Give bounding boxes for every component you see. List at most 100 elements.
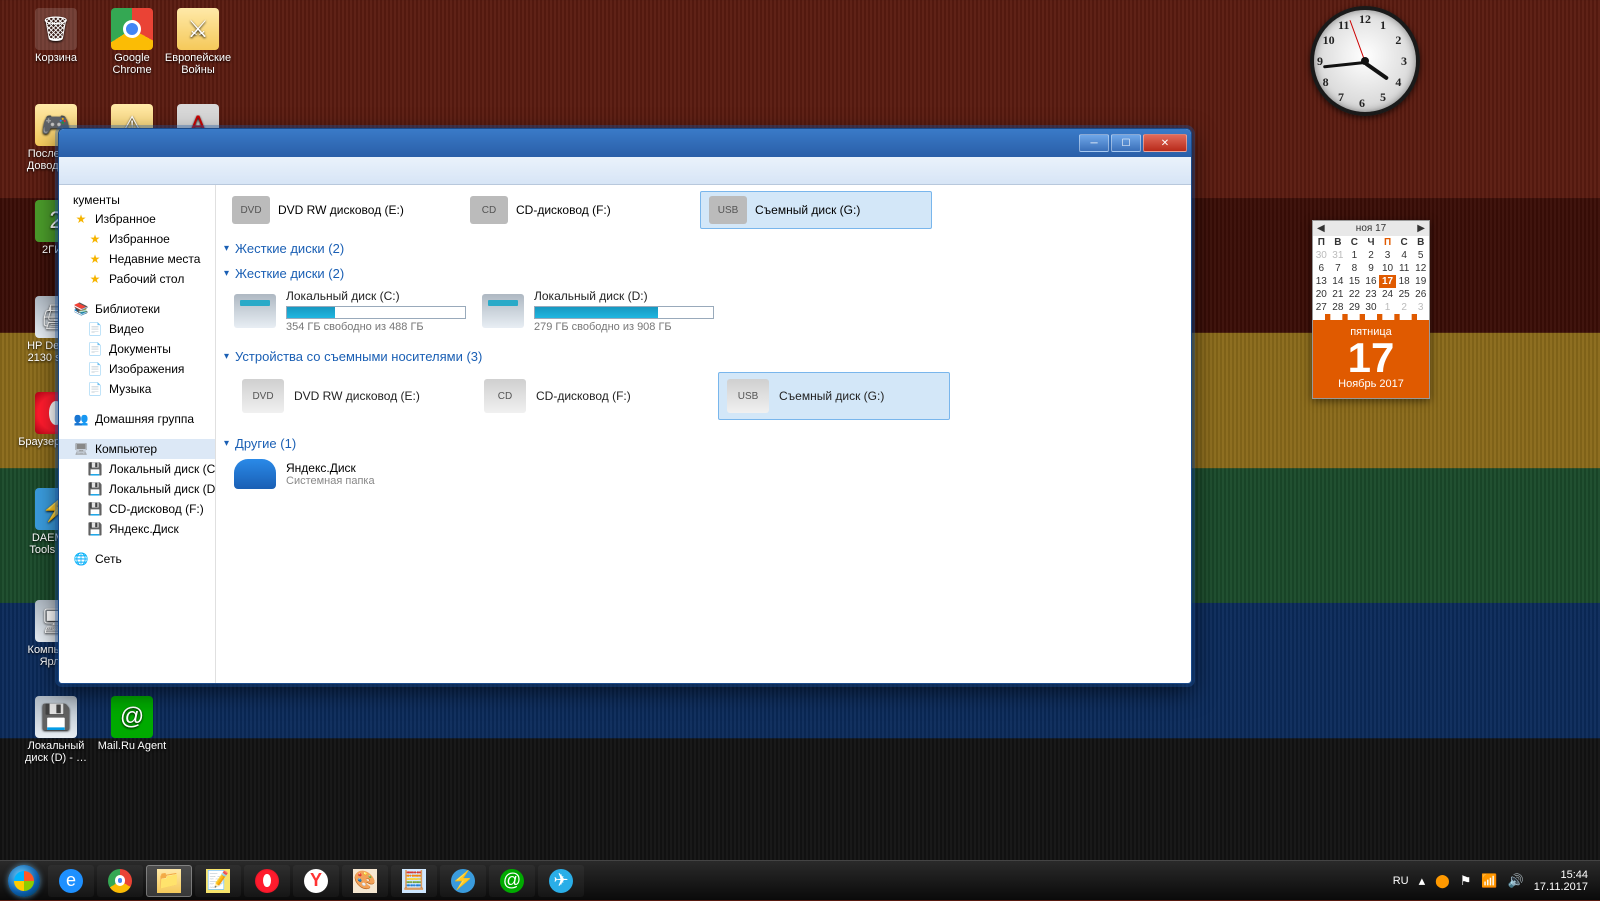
cal-day[interactable]: 27	[1313, 301, 1330, 314]
taskbar-item[interactable]: ⚡	[440, 865, 486, 897]
cal-day[interactable]: 1	[1346, 249, 1363, 262]
tray-flag-icon[interactable]: ⚑	[1460, 873, 1472, 889]
cal-day[interactable]: 24	[1379, 288, 1396, 301]
nav-item-icon: 📄	[87, 381, 103, 397]
taskbar-item[interactable]	[97, 865, 143, 897]
close-button[interactable]: ✕	[1143, 134, 1187, 152]
taskbar-item[interactable]: e	[48, 865, 94, 897]
nav-documents-stub[interactable]: кументы	[59, 191, 215, 209]
group-hdd-dup[interactable]: Жесткие диски (2)	[224, 235, 1183, 260]
cal-day[interactable]: 10	[1379, 262, 1396, 275]
clock-number: 9	[1317, 54, 1323, 69]
cal-day[interactable]: 17	[1379, 275, 1396, 288]
desktop-icon[interactable]: Google Chrome	[94, 8, 170, 76]
cal-day[interactable]: 23	[1363, 288, 1380, 301]
cal-day[interactable]: 31	[1330, 249, 1347, 262]
drive-item[interactable]: Локальный диск (D:) 279 ГБ свободно из 9…	[482, 289, 714, 333]
cal-day[interactable]: 6	[1313, 262, 1330, 275]
taskbar-item[interactable]: 📝	[195, 865, 241, 897]
cal-day[interactable]: 30	[1363, 301, 1380, 314]
tray-lang[interactable]: RU	[1393, 875, 1409, 887]
cal-next[interactable]: ▶	[1417, 223, 1425, 234]
device-item[interactable]: DVDDVD RW дисковод (E:)	[234, 372, 466, 420]
nav-homegroup[interactable]: 👥Домашняя группа	[59, 409, 215, 429]
cal-day[interactable]: 28	[1330, 301, 1347, 314]
group-removable[interactable]: Устройства со съемными носителями (3)	[224, 343, 1183, 368]
taskbar-item[interactable]: 🎨	[342, 865, 388, 897]
nav-item[interactable]: 💾Локальный диск (C:)	[59, 459, 215, 479]
nav-item[interactable]: 💾CD-дисковод (F:)	[59, 499, 215, 519]
top-device-item[interactable]: USBСъемный диск (G:)	[700, 191, 932, 229]
cal-day[interactable]: 9	[1363, 262, 1380, 275]
cal-day[interactable]: 2	[1396, 301, 1413, 314]
nav-item[interactable]: 📄Музыка	[59, 379, 215, 399]
cal-day[interactable]: 4	[1396, 249, 1413, 262]
device-item[interactable]: USBСъемный диск (G:)	[718, 372, 950, 420]
cal-day[interactable]: 15	[1346, 275, 1363, 288]
device-item[interactable]: CDCD-дисковод (F:)	[476, 372, 708, 420]
nav-item[interactable]: 💾Яндекс.Диск	[59, 519, 215, 539]
taskbar-item[interactable]: 🧮	[391, 865, 437, 897]
cal-day[interactable]: 3	[1412, 301, 1429, 314]
cal-day[interactable]: 25	[1396, 288, 1413, 301]
top-device-item[interactable]: DVDDVD RW дисковод (E:)	[224, 192, 456, 228]
titlebar[interactable]: ─ ☐ ✕	[59, 129, 1191, 157]
cal-dow: П	[1313, 236, 1330, 249]
drive-item[interactable]: Локальный диск (C:) 354 ГБ свободно из 4…	[234, 289, 466, 333]
group-hdd[interactable]: Жесткие диски (2)	[224, 260, 1183, 285]
taskbar-item[interactable]	[244, 865, 290, 897]
tray-show-hidden-icon[interactable]: ▴	[1419, 873, 1426, 889]
taskbar-app-icon: ⚡	[451, 869, 475, 893]
nav-item[interactable]: ★Избранное	[59, 229, 215, 249]
nav-item[interactable]: ★Недавние места	[59, 249, 215, 269]
desktop-icon[interactable]: 🗑Корзина	[18, 8, 94, 64]
cal-day[interactable]: 8	[1346, 262, 1363, 275]
top-device-item[interactable]: CDCD-дисковод (F:)	[462, 192, 694, 228]
cal-day[interactable]: 11	[1396, 262, 1413, 275]
cal-day[interactable]: 30	[1313, 249, 1330, 262]
start-button[interactable]	[4, 861, 44, 901]
nav-network[interactable]: 🌐Сеть	[59, 549, 215, 569]
cal-day[interactable]: 16	[1363, 275, 1380, 288]
taskbar-item[interactable]: Y	[293, 865, 339, 897]
desktop-icon[interactable]: @Mail.Ru Agent	[94, 696, 170, 752]
group-other[interactable]: Другие (1)	[224, 430, 1183, 455]
nav-item[interactable]: 📄Изображения	[59, 359, 215, 379]
cal-prev[interactable]: ◀	[1317, 223, 1325, 234]
tray-clock[interactable]: 15:44 17.11.2017	[1534, 869, 1588, 893]
nav-item[interactable]: 📄Видео	[59, 319, 215, 339]
tray-network-icon[interactable]: 📶	[1481, 873, 1497, 889]
cal-day[interactable]: 21	[1330, 288, 1347, 301]
cal-day[interactable]: 1	[1379, 301, 1396, 314]
desktop-icon[interactable]: ⚔Европейские Войны	[160, 8, 236, 76]
nav-libraries-header[interactable]: 📚Библиотеки	[59, 299, 215, 319]
maximize-button[interactable]: ☐	[1111, 134, 1141, 152]
taskbar-item[interactable]: 📁	[146, 865, 192, 897]
cal-day[interactable]: 13	[1313, 275, 1330, 288]
minimize-button[interactable]: ─	[1079, 134, 1109, 152]
tray-antivirus-icon[interactable]: ⬤	[1435, 873, 1450, 889]
cal-day[interactable]: 19	[1412, 275, 1429, 288]
cal-day[interactable]: 26	[1412, 288, 1429, 301]
nav-item[interactable]: ★Рабочий стол	[59, 269, 215, 289]
cal-day[interactable]: 18	[1396, 275, 1413, 288]
desktop-icon[interactable]: 💾Локальный диск (D) - …	[18, 696, 94, 764]
cal-day[interactable]: 7	[1330, 262, 1347, 275]
cal-day[interactable]: 5	[1412, 249, 1429, 262]
nav-item[interactable]: 📄Документы	[59, 339, 215, 359]
cal-day[interactable]: 14	[1330, 275, 1347, 288]
nav-computer-header[interactable]: 🖥Компьютер	[59, 439, 215, 459]
cal-day[interactable]: 22	[1346, 288, 1363, 301]
nav-favorites-header[interactable]: ★Избранное	[59, 209, 215, 229]
item-yandex-disk[interactable]: Яндекс.Диск Системная папка	[234, 459, 375, 489]
cal-day[interactable]: 2	[1363, 249, 1380, 262]
cal-day[interactable]: 3	[1379, 249, 1396, 262]
cal-day[interactable]: 12	[1412, 262, 1429, 275]
taskbar-item[interactable]: ✈	[538, 865, 584, 897]
tray-volume-icon[interactable]: 🔊	[1508, 873, 1524, 889]
taskbar-app-icon: e	[59, 869, 83, 893]
taskbar-item[interactable]: @	[489, 865, 535, 897]
cal-day[interactable]: 20	[1313, 288, 1330, 301]
cal-day[interactable]: 29	[1346, 301, 1363, 314]
nav-item[interactable]: 💾Локальный диск (D:)	[59, 479, 215, 499]
